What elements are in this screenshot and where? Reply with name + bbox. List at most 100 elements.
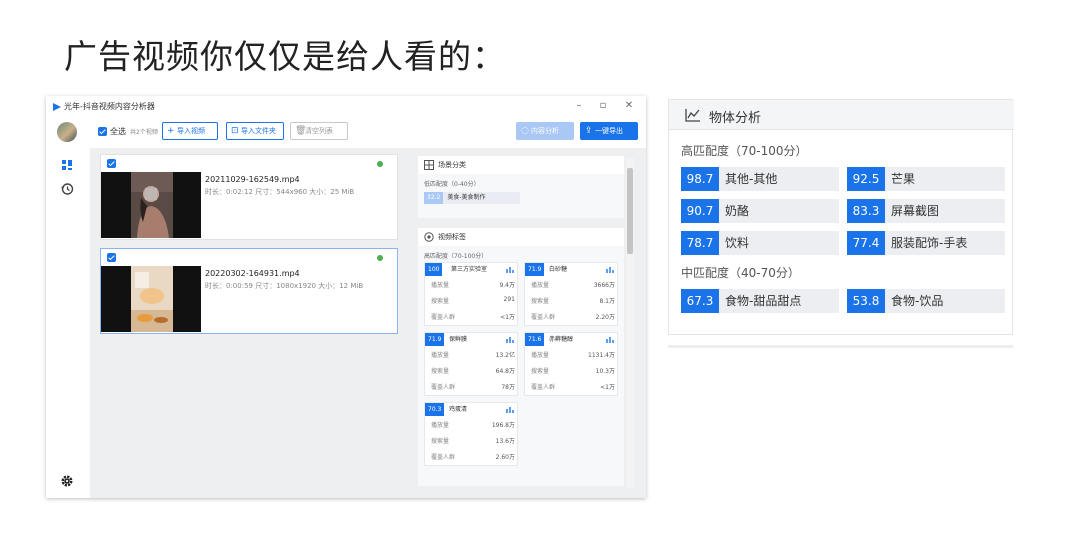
plus-icon: + — [167, 126, 175, 136]
video-checkbox[interactable] — [107, 159, 116, 168]
plays-label: 播放量 — [431, 422, 450, 429]
tag-card[interactable]: 70.3 鸡蛋清 播放量 196.8万 搜索量 13.6万 覆盖人群 2.60万 — [424, 402, 518, 466]
scene-tag: 32.2 美食-美食制作 — [424, 192, 520, 204]
slide-title: 广告视频你仅仅是给人看的： — [64, 37, 506, 76]
chart-icon[interactable] — [606, 265, 615, 274]
dashboard-icon[interactable] — [60, 158, 74, 172]
tag-card-head: 100 第三方实验室 — [425, 263, 519, 276]
analyze-label: 内容分析 — [531, 127, 559, 135]
object-analysis-panel: 物体分析 高匹配度（70-100分） 98.7 其他-其他 92.5 芒果 90.7… — [668, 99, 1014, 335]
searches-label: 搜索量 — [531, 298, 550, 305]
object-score: 77.4 — [847, 231, 885, 255]
searches-value: 8.1万 — [599, 298, 615, 305]
select-all-label[interactable]: 全选 — [110, 126, 126, 137]
tag-score: 71.9 — [425, 333, 445, 346]
chart-icon[interactable] — [506, 265, 515, 274]
tag-name: 白砂糖 — [549, 266, 568, 273]
audience-value: <1万 — [500, 314, 515, 321]
plays-value: 1131.4万 — [588, 352, 615, 359]
object-tag: 92.5 芒果 — [847, 167, 1005, 191]
tag-card-head: 71.9 白砂糖 — [525, 263, 619, 276]
tag-card[interactable]: 100 第三方实验室 播放量 9.4万 搜索量 291 覆盖人群 <1万 — [424, 262, 518, 326]
video-thumbnail[interactable] — [101, 172, 201, 238]
object-name: 其他-其他 — [725, 172, 778, 186]
tag-card[interactable]: 71.9 白砂糖 播放量 3666万 搜索量 8.1万 覆盖人群 2.20万 — [524, 262, 618, 326]
scene-level-label: 低匹配度（0-40分） — [424, 181, 480, 188]
tag-searches-row: 搜索量 64.8万 — [431, 366, 515, 376]
video-meta: 时长：0:02:12 尺寸：544x960 大小：25 MiB — [205, 188, 355, 196]
chart-icon[interactable] — [506, 405, 515, 414]
close-button[interactable]: ✕ — [622, 99, 636, 113]
export-label: 一键导出 — [595, 127, 623, 135]
select-all-checkbox[interactable] — [98, 127, 107, 136]
object-tag: 83.3 屏幕截图 — [847, 199, 1005, 223]
settings-gear-icon[interactable] — [60, 474, 74, 488]
searches-value: 291 — [503, 296, 515, 303]
object-name: 服装配饰-手表 — [891, 236, 968, 250]
chart-icon[interactable] — [606, 335, 615, 344]
grid-icon — [424, 160, 434, 170]
tags-section-header[interactable]: 视频标签 — [418, 228, 624, 246]
panel-scrollbar[interactable] — [626, 158, 634, 488]
searches-label: 搜索量 — [431, 368, 450, 375]
import-folder-button[interactable]: ⊡ 导入文件夹 — [226, 122, 284, 140]
object-score: 67.3 — [681, 289, 719, 313]
scene-section-body: 低匹配度（0-40分） 32.2 美食-美食制作 — [418, 174, 624, 218]
tags-level-label: 高匹配度（70-100分） — [424, 253, 488, 260]
tag-score: 71.9 — [525, 263, 545, 276]
maximize-button[interactable]: ▫ — [596, 99, 610, 113]
toolbar: 全选 共2个视频 + 导入视频 ⊡ 导入文件夹 🗑 清空列表 ◌ 内容分析 ⇪ 一键导出 — [90, 118, 646, 148]
video-card[interactable]: 20211029-162549.mp4 时长：0:02:12 尺寸：544x96… — [100, 154, 398, 240]
object-score: 78.7 — [681, 231, 719, 255]
audience-label: 覆盖人群 — [431, 384, 456, 391]
plays-label: 播放量 — [531, 352, 550, 359]
scene-section-header[interactable]: 场景分类 — [418, 156, 624, 174]
export-icon: ⇪ — [585, 126, 593, 136]
thumbnail-image — [131, 172, 173, 238]
tag-score: 100 — [425, 263, 443, 276]
chart-icon[interactable] — [506, 335, 515, 344]
tag-card-head: 70.3 鸡蛋清 — [425, 403, 519, 416]
object-name: 饮料 — [725, 236, 750, 250]
analysis-panel: 场景分类 低匹配度（0-40分） 32.2 美食-美食制作 视频标签 高匹配度（7… — [418, 156, 624, 486]
divider — [668, 345, 1013, 348]
analyze-button[interactable]: ◌ 内容分析 — [516, 122, 574, 140]
object-analysis-title: 物体分析 — [709, 111, 762, 126]
searches-label: 搜索量 — [431, 298, 450, 305]
video-filename: 20220302-164931.mp4 — [205, 269, 300, 278]
scrollbar-thumb[interactable] — [627, 168, 633, 254]
object-score: 90.7 — [681, 199, 719, 223]
object-score: 83.3 — [847, 199, 885, 223]
line-chart-icon — [685, 109, 700, 122]
left-rail — [46, 118, 90, 498]
object-tag: 67.3 食物-甜品甜点 — [681, 289, 839, 313]
window-title: 光年-抖音视频内容分析器 — [64, 102, 155, 111]
export-button[interactable]: ⇪ 一键导出 — [580, 122, 638, 140]
audience-label: 覆盖人群 — [431, 454, 456, 461]
history-icon[interactable] — [60, 182, 74, 196]
audience-value: 78万 — [501, 384, 515, 391]
clear-list-button[interactable]: 🗑 清空列表 — [290, 122, 348, 140]
tag-searches-row: 搜索量 10.3万 — [531, 366, 615, 376]
searches-label: 搜索量 — [531, 368, 550, 375]
scene-tag-label: 美食-美食制作 — [447, 194, 486, 201]
import-video-button[interactable]: + 导入视频 — [162, 122, 218, 140]
plays-value: 196.8万 — [491, 422, 515, 429]
object-score: 53.8 — [847, 289, 885, 313]
plays-label: 播放量 — [431, 352, 450, 359]
title-bar: 光年-抖音视频内容分析器 – ▫ ✕ — [46, 96, 646, 118]
tag-score: 70.3 — [425, 403, 445, 416]
tags-section-body: 高匹配度（70-100分） 100 第三方实验室 播放量 9.4万 搜索量 291 … — [418, 246, 624, 486]
plays-label: 播放量 — [431, 282, 450, 289]
video-checkbox[interactable] — [107, 253, 116, 262]
object-name: 奶酪 — [725, 204, 750, 218]
object-score: 98.7 — [681, 167, 719, 191]
tag-searches-row: 搜索量 13.6万 — [431, 436, 515, 446]
avatar[interactable] — [57, 122, 77, 142]
status-dot — [377, 255, 383, 261]
minimize-button[interactable]: – — [572, 99, 586, 113]
tag-card[interactable]: 71.9 保鲜膜 播放量 13.2亿 搜索量 64.8万 覆盖人群 78万 — [424, 332, 518, 396]
video-thumbnail[interactable] — [101, 266, 201, 332]
video-card[interactable]: 20220302-164931.mp4 时长：0:00:59 尺寸：1080x1… — [100, 248, 398, 334]
tag-card[interactable]: 71.6 赤藓糖醇 播放量 1131.4万 搜索量 10.3万 覆盖人群 <1万 — [524, 332, 618, 396]
